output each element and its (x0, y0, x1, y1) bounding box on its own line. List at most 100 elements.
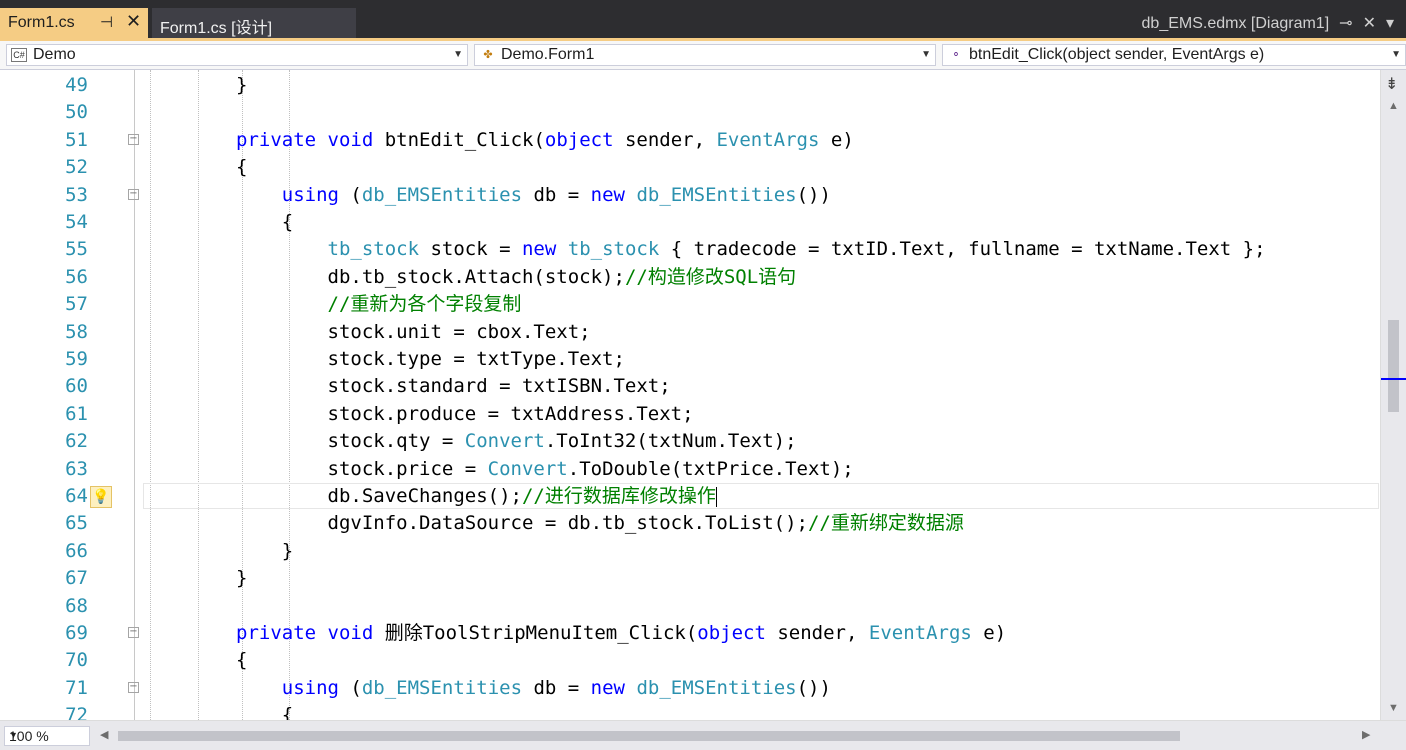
code-text: stock.standard = txtISBN.Text; (236, 375, 671, 398)
line-number: 57 (65, 293, 88, 316)
code-text: stock.type = txtType.Text; (236, 348, 625, 370)
code-line[interactable]: 65 dgvInfo.DataSource = db.tb_stock.ToLi… (0, 510, 1380, 537)
code-line[interactable]: 61 stock.produce = txtAddress.Text; (0, 401, 1380, 428)
line-number: 52 (65, 156, 88, 179)
tab-db-ems-edmx[interactable]: db_EMS.edmx [Diagram1] ⊸ ✕ ▾ (1142, 13, 1394, 33)
code-text: stock.price = Convert.ToDouble(txtPrice.… (236, 457, 854, 480)
navigation-bar: C# Demo ▼ ✤ Demo.Form1 ▼ ⚬ btnEdit_Click… (0, 38, 1406, 70)
line-number: 69 (65, 622, 88, 644)
project-label: Demo (33, 46, 76, 63)
code-text: using (db_EMSEntities db = new db_EMSEnt… (281, 183, 831, 206)
code-line[interactable]: 59 stock.type = txtType.Text; (0, 346, 1380, 373)
code-line[interactable]: 50 (0, 99, 1380, 126)
caret-position-marker (1381, 378, 1406, 380)
method-icon: ⚬ (951, 49, 961, 61)
scroll-right-icon[interactable]: ▶ (1362, 728, 1370, 741)
code-line[interactable]: 70 { (0, 647, 1380, 674)
horizontal-scrollbar[interactable]: 100 % ▼ ◀ ▶ (0, 720, 1406, 750)
line-number: 49 (65, 74, 88, 96)
close-icon[interactable]: ✕ (1363, 15, 1376, 32)
line-number: 61 (65, 402, 88, 425)
code-line[interactable]: 66 } (0, 538, 1380, 565)
code-line[interactable]: 72 { (0, 702, 1380, 720)
code-text: using (db_EMSEntities db = new db_EMSEnt… (281, 676, 831, 699)
code-line[interactable]: 63 stock.price = Convert.ToDouble(txtPri… (0, 456, 1380, 483)
text-caret (715, 486, 717, 507)
vertical-scrollbar[interactable]: ⇟ ▲ ▼ (1380, 70, 1406, 720)
chevron-down-icon: ▼ (1391, 49, 1401, 60)
code-text: } (236, 539, 294, 562)
line-number: 59 (65, 348, 88, 370)
code-line[interactable]: 64 💡 db.SaveChanges();//进行数据库修改操作 (0, 483, 1380, 510)
code-text: { (236, 649, 248, 672)
class-dropdown[interactable]: ✤ Demo.Form1 ▼ (474, 44, 936, 66)
code-line[interactable]: 52 { (0, 154, 1380, 181)
scroll-thumb[interactable] (1388, 320, 1399, 412)
document-tab-bar: Form1.cs ⊣ ✕ Form1.cs [设计] db_EMS.edmx [… (0, 0, 1406, 38)
code-text: stock.produce = txtAddress.Text; (236, 402, 694, 425)
collapse-icon[interactable]: − (128, 133, 139, 145)
pin-icon[interactable]: ⊣ (100, 13, 113, 31)
line-number: 56 (65, 265, 88, 288)
close-icon[interactable]: ✕ (126, 11, 141, 32)
class-label: Demo.Form1 (501, 46, 595, 63)
tab-form1-cs[interactable]: Form1.cs ⊣ ✕ (0, 8, 148, 38)
line-number: 60 (65, 375, 88, 398)
scroll-up-icon[interactable]: ▲ (1388, 100, 1399, 112)
code-line[interactable]: 53 − using (db_EMSEntities db = new db_EM… (0, 182, 1380, 209)
line-number: 54 (65, 211, 88, 233)
line-number: 67 (65, 567, 88, 590)
code-text: dgvInfo.DataSource = db.tb_stock.ToList(… (236, 512, 964, 535)
code-text: { (236, 211, 294, 233)
code-line[interactable]: 68 (0, 593, 1380, 620)
member-dropdown[interactable]: ⚬ btnEdit_Click(object sender, EventArgs… (942, 44, 1406, 66)
line-number: 63 (65, 457, 88, 480)
code-line[interactable]: 55 tb_stock stock = new tb_stock { trade… (0, 236, 1380, 263)
split-window-icon[interactable]: ⇟ (1385, 74, 1398, 94)
tab-label: db_EMS.edmx [Diagram1] (1141, 15, 1330, 32)
code-line[interactable]: 69 − private void 删除ToolStripMenuItem_Clic… (0, 620, 1380, 647)
tab-form1-designer[interactable]: Form1.cs [设计] (152, 8, 356, 38)
code-line[interactable]: 71 − using (db_EMSEntities db = new db_EM… (0, 675, 1380, 702)
line-number: 65 (65, 512, 88, 535)
chevron-down-icon: ▼ (453, 49, 463, 60)
horizontal-scroll-thumb[interactable] (118, 731, 1180, 741)
code-line[interactable]: 62 stock.qty = Convert.ToInt32(txtNum.Te… (0, 428, 1380, 455)
code-line[interactable]: 67} (0, 565, 1380, 592)
scroll-down-icon[interactable]: ▼ (1388, 702, 1399, 714)
code-line[interactable]: 56 db.tb_stock.Attach(stock);//构造修改SQL语句 (0, 264, 1380, 291)
pin-icon[interactable]: ⊸ (1339, 15, 1352, 32)
code-editor[interactable]: 49} 50 51− private void btnEdit_Click(objec… (0, 70, 1380, 720)
code-text: stock.qty = Convert.ToInt32(txtNum.Text)… (236, 430, 797, 453)
code-line[interactable]: 51 − private void btnEdit_Click(object sen… (0, 127, 1380, 154)
tab-label: Form1.cs (8, 14, 75, 31)
code-text: tb_stock stock = new tb_stock { tradecod… (327, 238, 1266, 261)
line-number: 62 (65, 430, 88, 453)
collapse-icon[interactable]: − (128, 681, 139, 693)
code-text: db.SaveChanges();//进行数据库修改操作 (236, 485, 717, 507)
project-dropdown[interactable]: C# Demo ▼ (6, 44, 468, 66)
tab-label: Form1.cs [设计] (160, 20, 273, 37)
code-line[interactable]: 58 stock.unit = cbox.Text; (0, 319, 1380, 346)
chevron-down-icon: ▼ (9, 730, 18, 740)
line-number: 68 (65, 594, 88, 617)
code-text: } (236, 74, 248, 96)
tab-menu-chevron-icon[interactable]: ▾ (1386, 15, 1394, 32)
scroll-left-icon[interactable]: ◀ (100, 728, 108, 741)
zoom-dropdown[interactable]: 100 % ▼ (4, 726, 90, 746)
code-text: { (236, 704, 294, 720)
code-line[interactable]: 49} (0, 72, 1380, 99)
collapse-icon[interactable]: − (128, 627, 139, 638)
csharp-project-icon: C# (11, 48, 27, 62)
collapse-icon[interactable]: − (128, 188, 139, 200)
line-number: 66 (65, 539, 88, 562)
code-text: } (236, 567, 248, 590)
code-text: stock.unit = cbox.Text; (236, 320, 591, 343)
code-text: //重新为各个字段复制 (236, 293, 522, 316)
line-number: 70 (65, 649, 88, 672)
code-line[interactable]: 57 //重新为各个字段复制 (0, 291, 1380, 318)
code-line[interactable]: 60 stock.standard = txtISBN.Text; (0, 373, 1380, 400)
code-line[interactable]: 54 { (0, 209, 1380, 236)
line-number: 51 (65, 128, 88, 151)
lightbulb-icon[interactable]: 💡 (90, 486, 112, 508)
